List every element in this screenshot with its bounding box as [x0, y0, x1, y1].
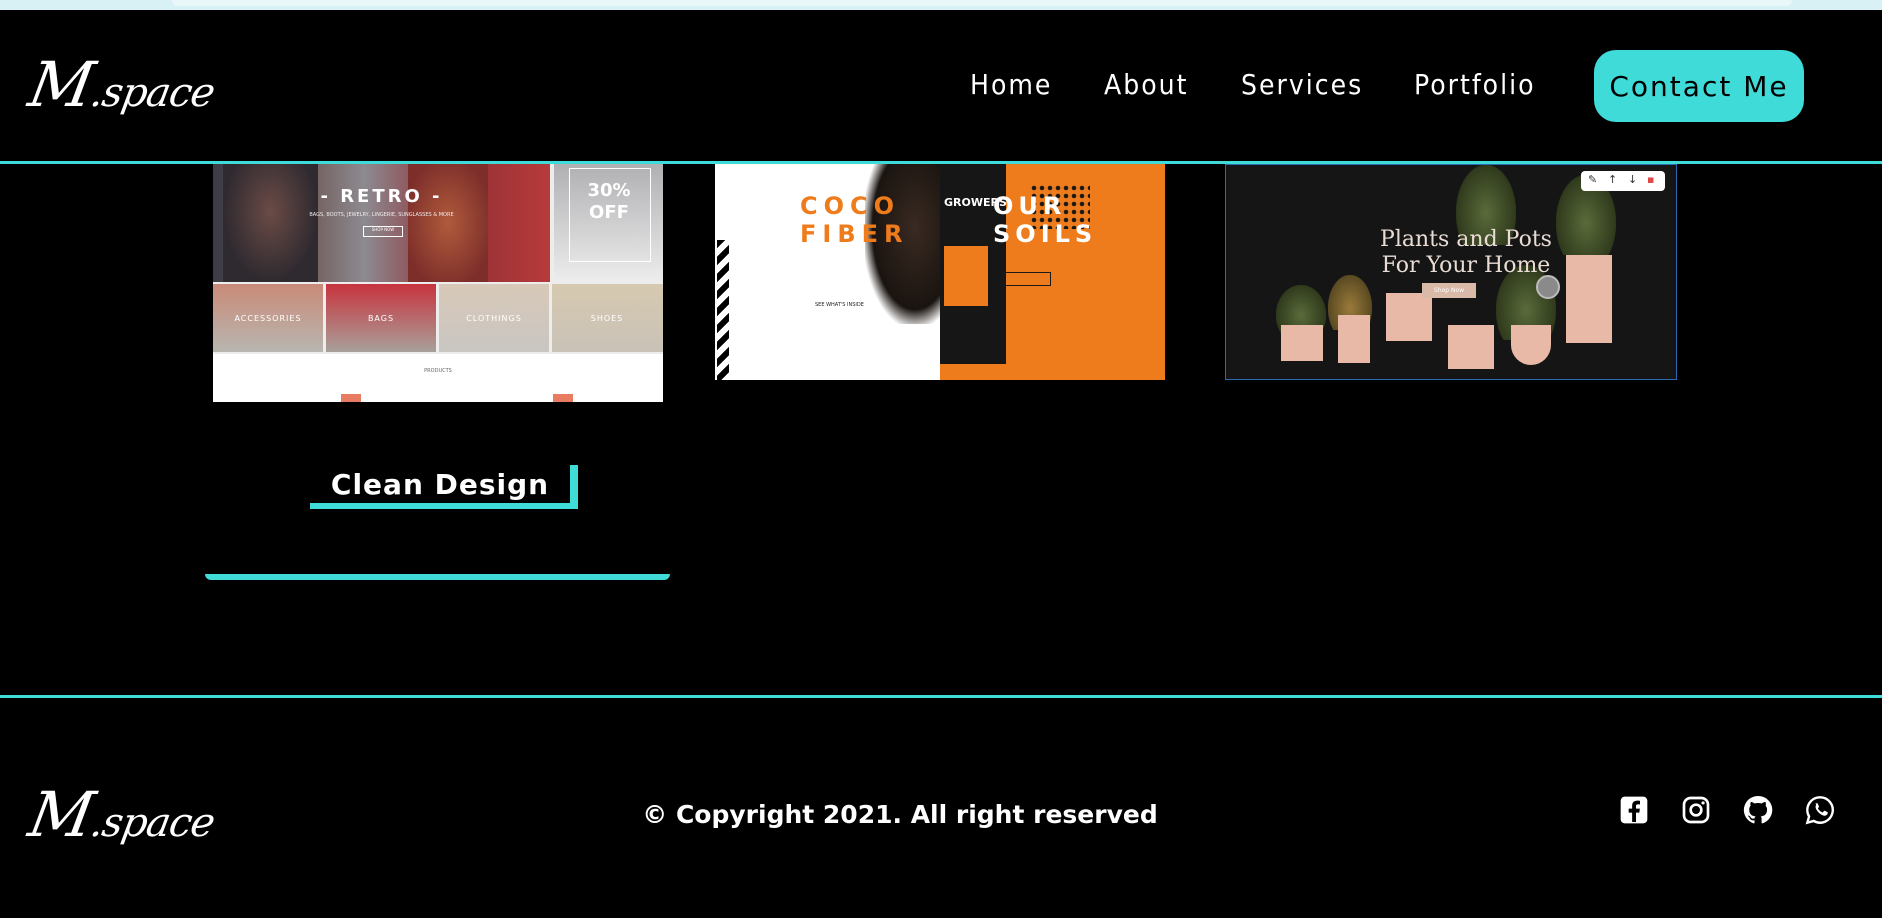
- arrow-up-icon: ↑: [1608, 173, 1618, 186]
- products-section: PRODUCTS: [213, 354, 663, 402]
- arrow-down-icon: ↓: [1628, 173, 1638, 186]
- instagram-icon[interactable]: [1680, 794, 1712, 826]
- category-tile: SHOES: [552, 284, 663, 352]
- category-tile: CLOTHINGS: [439, 284, 549, 352]
- navbar: M.space Home About Services Portfolio Co…: [0, 10, 1882, 164]
- portfolio-thumbnail-coco[interactable]: COCO FIBER GROWERS OUR SOILS SEE WHAT'S …: [715, 164, 1165, 380]
- browser-tab-bar: [172, 0, 1792, 6]
- category-row: ACCESSORIES BAGS CLOTHINGS SHOES: [213, 284, 663, 352]
- nav-link-home[interactable]: Home: [970, 68, 1052, 101]
- plant-pot: [1448, 325, 1494, 369]
- drag-handle: [1536, 275, 1560, 299]
- hazard-stripe: [717, 240, 729, 380]
- model-figure: [408, 164, 488, 282]
- nav-link-portfolio[interactable]: Portfolio: [1414, 68, 1536, 101]
- trash-icon: ▪: [1647, 173, 1655, 186]
- card-underline: [205, 574, 670, 580]
- our-word: OUR: [993, 192, 1067, 220]
- bag-panel: [944, 246, 988, 306]
- nav-link-services[interactable]: Services: [1241, 68, 1363, 101]
- soils-word: SOILS: [993, 220, 1098, 248]
- coco-cta-outline: [1003, 272, 1051, 286]
- category-label: BAGS: [367, 314, 395, 323]
- product-swatch: [341, 394, 361, 402]
- category-label: CLOTHINGS: [466, 314, 522, 323]
- category-tile: BAGS: [326, 284, 436, 352]
- contact-me-button[interactable]: Contact Me: [1594, 50, 1804, 122]
- whatsapp-icon[interactable]: [1804, 794, 1836, 826]
- retro-hero-title: - RETRO -: [320, 186, 443, 207]
- clean-design-tag: Clean Design: [310, 465, 578, 509]
- plants-hero-title: Plants and Pots For Your Home: [1376, 227, 1556, 279]
- retro-hero-subtitle: BAGS, BOOTS, JEWELRY, LINGERIE, SUNGLASS…: [309, 212, 454, 218]
- category-tile: ACCESSORIES: [213, 284, 323, 352]
- see-inside-caption: SEE WHAT'S INSIDE: [815, 302, 864, 308]
- plants-shop-button: Shop Now: [1422, 283, 1476, 298]
- plants-title-line-1: Plants and Pots: [1380, 227, 1552, 252]
- retro-shop-button: SHOP NOW: [363, 226, 403, 237]
- coco-fiber-title: COCO FIBER: [800, 192, 909, 248]
- footer: M.space © Copyright 2021. All right rese…: [0, 695, 1882, 918]
- our-soils-title: OUR SOILS: [993, 192, 1097, 248]
- facebook-icon[interactable]: [1618, 794, 1650, 826]
- model-figure: [223, 164, 318, 282]
- browser-top-strip: [0, 0, 1882, 10]
- nav-link-about[interactable]: About: [1104, 68, 1188, 101]
- plant-pot: [1566, 255, 1612, 343]
- github-icon[interactable]: [1742, 794, 1774, 826]
- category-label: ACCESSORIES: [234, 314, 302, 323]
- product-swatch: [553, 394, 573, 402]
- products-label: PRODUCTS: [424, 368, 452, 374]
- sale-panel: 30% OFF: [554, 164, 663, 282]
- plant-pot: [1386, 293, 1432, 341]
- portfolio-thumbnail-retro[interactable]: - RETRO - BAGS, BOOTS, JEWELRY, LINGERIE…: [213, 164, 663, 402]
- plants-title-line-2: For Your Home: [1381, 253, 1551, 278]
- plant-pot: [1511, 325, 1551, 365]
- pencil-icon: ✎: [1588, 173, 1598, 186]
- retro-hero-image: - RETRO - BAGS, BOOTS, JEWELRY, LINGERIE…: [213, 164, 550, 282]
- editor-toolbar: ✎ ↑ ↓ ▪: [1581, 171, 1665, 191]
- plant-pot: [1338, 315, 1370, 363]
- fiber-word: FIBER: [800, 220, 909, 248]
- copyright-text: © Copyright 2021. All right reserved: [642, 800, 1158, 829]
- plant-pot: [1281, 325, 1323, 361]
- category-label: SHOES: [590, 314, 624, 323]
- portfolio-thumbnail-plants[interactable]: Plants and Pots For Your Home Shop Now ✎…: [1225, 164, 1677, 380]
- sale-text: 30% OFF: [587, 180, 631, 223]
- coco-word: COCO: [800, 192, 901, 220]
